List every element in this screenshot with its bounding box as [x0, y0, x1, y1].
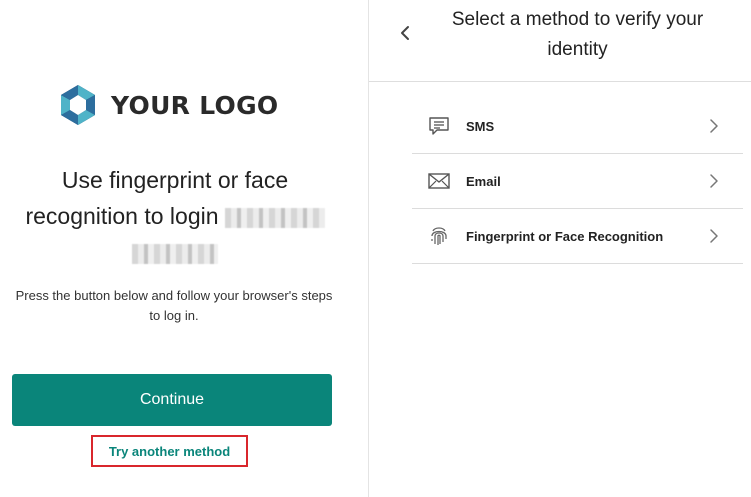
email-icon	[428, 170, 450, 192]
method-label: Fingerprint or Face Recognition	[466, 228, 664, 244]
method-label: SMS	[466, 118, 495, 134]
redacted-username	[224, 207, 325, 228]
method-selection-panel: Select a method to verify your identity …	[369, 0, 751, 497]
instruction-text: Press the button below and follow your b…	[15, 288, 333, 323]
method-list: SMS Email Fingerprint or Face Recognitio…	[412, 99, 743, 264]
login-panel: YOUR LOGO Use fingerprint or face recogn…	[0, 0, 368, 497]
back-button[interactable]	[395, 22, 415, 44]
method-item-sms[interactable]: SMS	[412, 99, 743, 154]
chevron-right-icon	[710, 174, 718, 188]
logo: YOUR LOGO	[57, 84, 278, 126]
method-label: Email	[466, 173, 501, 189]
chevron-left-icon	[401, 26, 409, 40]
logo-text: YOUR LOGO	[111, 90, 279, 120]
page-title: Use fingerprint or face recognition to l…	[10, 162, 340, 270]
try-another-method-link[interactable]: Try another method	[91, 435, 248, 467]
method-item-email[interactable]: Email	[412, 154, 743, 209]
redacted-username-cont	[132, 243, 218, 264]
logo-icon	[61, 85, 95, 125]
method-header: Select a method to verify your identity	[369, 0, 751, 82]
method-item-fingerprint[interactable]: Fingerprint or Face Recognition	[412, 209, 743, 264]
chevron-right-icon	[710, 229, 718, 243]
chevron-right-icon	[710, 119, 718, 133]
fingerprint-icon	[428, 225, 450, 247]
method-header-title: Select a method to verify your identity	[451, 9, 704, 60]
sms-icon	[428, 115, 450, 137]
continue-button[interactable]: Continue	[12, 374, 332, 426]
